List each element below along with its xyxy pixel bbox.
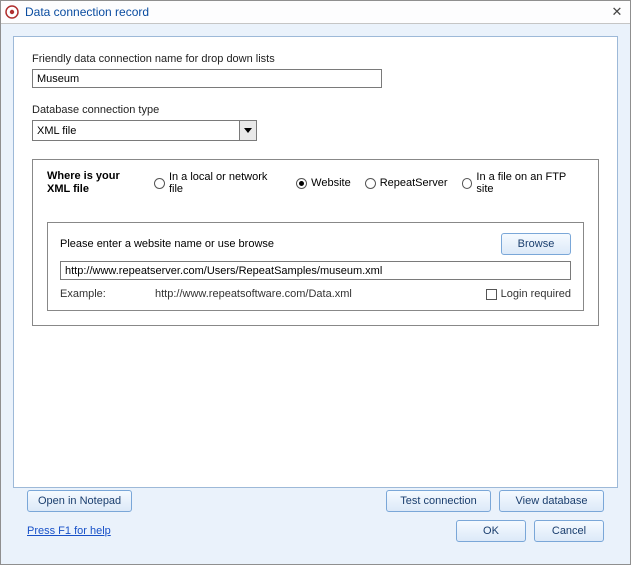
view-database-button[interactable]: View database (499, 490, 604, 512)
radio-icon (462, 178, 473, 189)
url-group: Please enter a website name or use brows… (47, 222, 584, 311)
close-button[interactable]: ✕ (608, 4, 626, 20)
footer: Open in Notepad Test connection View dat… (13, 488, 618, 552)
chevron-down-icon (244, 128, 252, 134)
friendly-name-input[interactable] (32, 69, 382, 88)
titlebar: Data connection record ✕ (1, 1, 630, 24)
radio-label: RepeatServer (380, 177, 448, 189)
location-heading: Where is your XML file (47, 170, 140, 196)
url-prompt: Please enter a website name or use brows… (60, 238, 274, 250)
location-group: Where is your XML file In a local or net… (32, 159, 599, 326)
location-row: Where is your XML file In a local or net… (47, 170, 584, 196)
radio-icon (154, 178, 165, 189)
connection-type-select[interactable]: XML file (32, 120, 257, 141)
main-panel: Friendly data connection name for drop d… (13, 36, 618, 488)
checkbox-label: Login required (501, 288, 571, 300)
radio-label: In a local or network file (169, 171, 282, 195)
connection-type-value: XML file (33, 121, 239, 140)
example-url: http://www.repeatsoftware.com/Data.xml (155, 288, 486, 300)
window-title: Data connection record (25, 5, 608, 19)
radio-icon (296, 178, 307, 189)
dropdown-button[interactable] (239, 121, 256, 140)
url-input[interactable] (60, 261, 571, 280)
radio-ftp[interactable]: In a file on an FTP site (462, 171, 584, 195)
radio-label: Website (311, 177, 351, 189)
ok-button[interactable]: OK (456, 520, 526, 542)
radio-website[interactable]: Website (296, 177, 351, 189)
cancel-button[interactable]: Cancel (534, 520, 604, 542)
help-link[interactable]: Press F1 for help (27, 525, 111, 537)
checkbox-icon (486, 289, 497, 300)
client-area: Friendly data connection name for drop d… (1, 24, 630, 564)
app-icon (5, 5, 19, 19)
close-icon: ✕ (612, 4, 623, 20)
radio-label: In a file on an FTP site (476, 171, 584, 195)
example-label: Example: (60, 288, 155, 300)
friendly-name-label: Friendly data connection name for drop d… (32, 53, 599, 65)
connection-type-label: Database connection type (32, 104, 599, 116)
login-required-checkbox[interactable]: Login required (486, 288, 571, 300)
test-connection-button[interactable]: Test connection (386, 490, 491, 512)
dialog-window: Data connection record ✕ Friendly data c… (0, 0, 631, 565)
radio-icon (365, 178, 376, 189)
browse-button[interactable]: Browse (501, 233, 571, 255)
open-in-notepad-button[interactable]: Open in Notepad (27, 490, 132, 512)
radio-repeatserver[interactable]: RepeatServer (365, 177, 448, 189)
radio-local-file[interactable]: In a local or network file (154, 171, 282, 195)
